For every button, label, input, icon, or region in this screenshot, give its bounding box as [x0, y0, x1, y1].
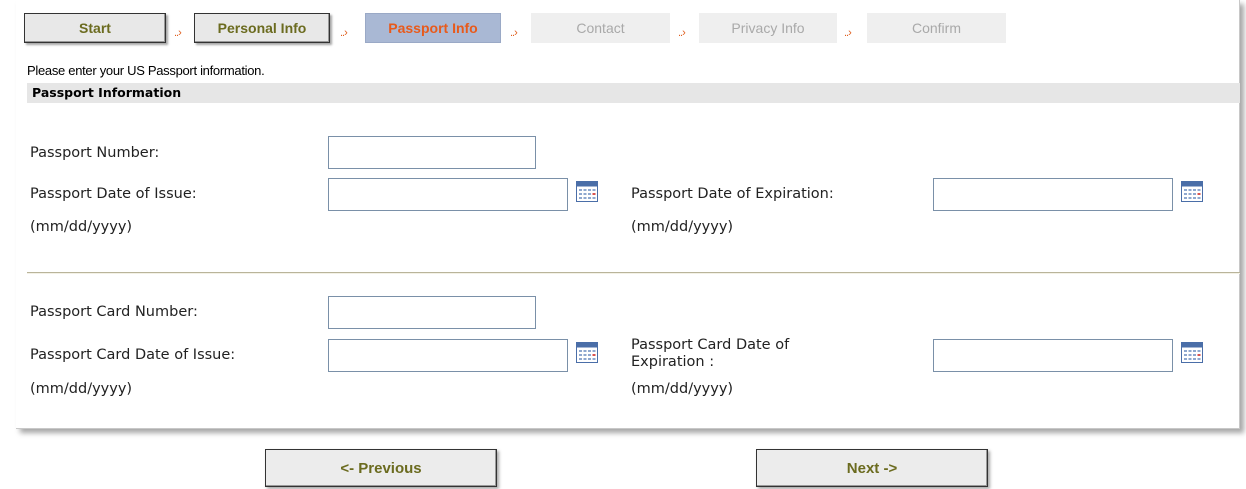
calendar-icon[interactable]	[576, 181, 598, 202]
step-arrow: ..›	[678, 27, 686, 39]
calendar-icon[interactable]	[576, 342, 598, 363]
step-arrow: ..›	[174, 27, 182, 39]
form-panel: Start ..› Personal Info ..› Passport Inf…	[16, 0, 1240, 429]
passport-card-expiration-date-input[interactable]	[933, 339, 1173, 372]
step-privacy-info: Privacy Info	[699, 13, 837, 43]
step-personal-info[interactable]: Personal Info	[194, 13, 330, 43]
section-title: Passport Information	[32, 85, 182, 100]
step-start[interactable]: Start	[24, 13, 166, 43]
calendar-icon[interactable]	[1181, 181, 1203, 202]
previous-button[interactable]: <- Previous	[265, 449, 497, 487]
passport-card-issue-date-format: (mm/dd/yyyy)	[30, 381, 133, 397]
passport-expiration-date-label: Passport Date of Expiration:	[631, 186, 834, 202]
passport-issue-date-format: (mm/dd/yyyy)	[30, 219, 133, 235]
passport-card-issue-date-input[interactable]	[328, 339, 568, 372]
passport-number-input[interactable]	[328, 136, 536, 169]
section-divider	[27, 272, 1240, 274]
passport-expiration-date-input[interactable]	[933, 178, 1173, 211]
passport-card-expiration-date-format: (mm/dd/yyyy)	[631, 381, 734, 397]
step-passport-info: Passport Info	[365, 13, 501, 43]
passport-issue-date-input[interactable]	[328, 178, 568, 211]
calendar-icon[interactable]	[1181, 342, 1203, 363]
passport-card-number-label: Passport Card Number:	[30, 304, 198, 320]
passport-card-number-input[interactable]	[328, 296, 536, 329]
passport-number-label: Passport Number:	[30, 145, 160, 161]
instruction-text: Please enter your US Passport informatio…	[27, 63, 265, 78]
section-header: Passport Information	[27, 83, 1240, 103]
passport-issue-date-label: Passport Date of Issue:	[30, 186, 197, 202]
passport-card-expiration-date-label: Passport Card Date of Expiration :	[631, 337, 790, 370]
step-arrow: ..›	[340, 27, 348, 39]
step-arrow: ..›	[844, 27, 852, 39]
step-contact: Contact	[531, 13, 670, 43]
passport-expiration-date-format: (mm/dd/yyyy)	[631, 219, 734, 235]
next-button[interactable]: Next ->	[756, 449, 988, 487]
step-confirm: Confirm	[867, 13, 1006, 43]
step-arrow: ..›	[510, 27, 518, 39]
passport-card-issue-date-label: Passport Card Date of Issue:	[30, 347, 236, 363]
